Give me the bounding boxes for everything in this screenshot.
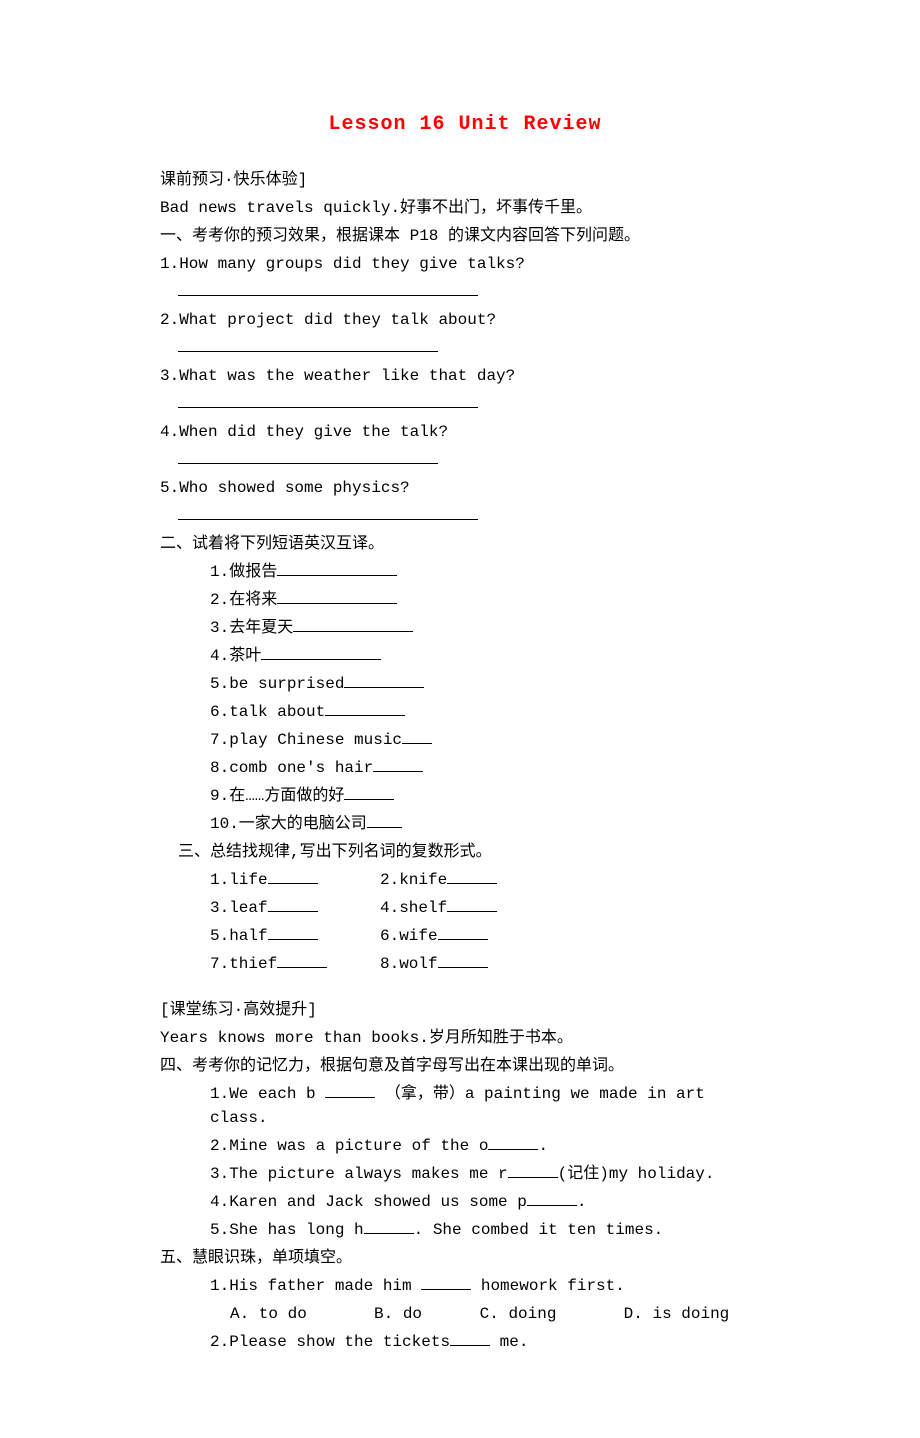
- document-page: Lesson 16 Unit Review 课前预习·快乐体验] Bad new…: [0, 0, 920, 1438]
- lesson-title: Lesson 16 Unit Review: [160, 110, 770, 140]
- preclass-header: 课前预习·快乐体验]: [160, 168, 770, 192]
- s3-row-1: 1.life 2.knife: [160, 868, 770, 892]
- s3-text-7: 7.thief: [210, 955, 277, 973]
- s4-text-3a: 3.The picture always makes me r: [210, 1165, 508, 1183]
- s2-item-4: 4.茶叶: [160, 644, 770, 668]
- question-5: 5.Who showed some physics?: [160, 476, 770, 500]
- section-4-header: 四、考考你的记忆力，根据句意及首字母写出在本课出现的单词。: [160, 1054, 770, 1078]
- s4-text-5a: 5.She has long h: [210, 1221, 364, 1239]
- s3-text-2: 2.knife: [380, 871, 447, 889]
- answer-blank-1: [160, 280, 770, 304]
- s2-item-10: 10.一家大的电脑公司: [160, 812, 770, 836]
- s2-item-8: 8.comb one's hair: [160, 756, 770, 780]
- s4-text-5b: . She combed it ten times.: [414, 1221, 664, 1239]
- s2-text-7: 7.play Chinese music: [210, 731, 402, 749]
- answer-blank-2: [160, 336, 770, 360]
- question-4: 4.When did they give the talk?: [160, 420, 770, 444]
- s2-text-6: 6.talk about: [210, 703, 325, 721]
- section-3-header: 三、总结找规律,写出下列名词的复数形式。: [160, 840, 770, 864]
- s3-row-2: 3.leaf 4.shelf: [160, 896, 770, 920]
- question-2: 2.What project did they talk about?: [160, 308, 770, 332]
- question-3: 3.What was the weather like that day?: [160, 364, 770, 388]
- s5-q1: 1.His father made him homework first.: [160, 1274, 770, 1298]
- s4-text-3b: (记住)my holiday.: [558, 1165, 715, 1183]
- s3-text-6: 6.wife: [380, 927, 438, 945]
- s3-text-8: 8.wolf: [380, 955, 438, 973]
- s4-item-2: 2.Mine was a picture of the o.: [160, 1134, 770, 1158]
- s2-item-7: 7.play Chinese music: [160, 728, 770, 752]
- proverb-1: Bad news travels quickly.好事不出门，坏事传千里。: [160, 196, 770, 220]
- s3-row-4: 7.thief 8.wolf: [160, 952, 770, 976]
- s3-text-1: 1.life: [210, 871, 268, 889]
- s5-q1a: 1.His father made him: [210, 1277, 421, 1295]
- s2-text-2: 2.在将来: [210, 591, 277, 609]
- section-1-header: 一、考考你的预习效果，根据课本 P18 的课文内容回答下列问题。: [160, 224, 770, 248]
- s4-item-3: 3.The picture always makes me r (记住)my ho…: [160, 1162, 770, 1186]
- proverb-2: Years knows more than books.岁月所知胜于书本。: [160, 1026, 770, 1050]
- s2-text-3: 3.去年夏天: [210, 619, 293, 637]
- s2-text-10: 10.一家大的电脑公司: [210, 815, 367, 833]
- s5-q2a: 2.Please show the tickets: [210, 1333, 450, 1351]
- s2-item-6: 6.talk about: [160, 700, 770, 724]
- s2-text-1: 1.做报告: [210, 563, 277, 581]
- s2-item-5: 5.be surprised: [160, 672, 770, 696]
- s2-item-2: 2.在将来: [160, 588, 770, 612]
- s2-item-3: 3.去年夏天: [160, 616, 770, 640]
- answer-blank-4: [160, 448, 770, 472]
- s2-text-8: 8.comb one's hair: [210, 759, 373, 777]
- s2-text-9: 9.在……方面做的好: [210, 787, 344, 805]
- s4-text-1a: 1.We each b: [210, 1085, 325, 1103]
- answer-blank-3: [160, 392, 770, 416]
- s3-text-4: 4.shelf: [380, 899, 447, 917]
- s2-item-9: 9.在……方面做的好: [160, 784, 770, 808]
- s4-text-4a: 4.Karen and Jack showed us some p: [210, 1193, 527, 1211]
- s2-item-1: 1.做报告: [160, 560, 770, 584]
- s5-q1b: homework first.: [471, 1277, 625, 1295]
- section-2-header: 二、试着将下列短语英汉互译。: [160, 532, 770, 556]
- s4-text-2a: 2.Mine was a picture of the o: [210, 1137, 488, 1155]
- s4-text-2b: .: [538, 1137, 548, 1155]
- s5-q2b: me.: [490, 1333, 528, 1351]
- s4-item-4: 4.Karen and Jack showed us some p.: [160, 1190, 770, 1214]
- s3-row-3: 5.half 6.wife: [160, 924, 770, 948]
- s5-q1-options: A. to do B. do C. doing D. is doing: [160, 1302, 770, 1326]
- s2-text-4: 4.茶叶: [210, 647, 261, 665]
- answer-blank-5: [160, 504, 770, 528]
- s3-text-3: 3.leaf: [210, 899, 268, 917]
- s4-item-1: 1.We each b （拿，带）a painting we made in a…: [160, 1082, 770, 1130]
- s2-text-5: 5.be surprised: [210, 675, 344, 693]
- question-1: 1.How many groups did they give talks?: [160, 252, 770, 276]
- s4-text-4b: .: [577, 1193, 587, 1211]
- section-5-header: 五、慧眼识珠，单项填空。: [160, 1246, 770, 1270]
- s3-text-5: 5.half: [210, 927, 268, 945]
- classwork-header: [课堂练习·高效提升]: [160, 998, 770, 1022]
- s5-q2: 2.Please show the tickets me.: [160, 1330, 770, 1354]
- s4-item-5: 5.She has long h . She combed it ten time…: [160, 1218, 770, 1242]
